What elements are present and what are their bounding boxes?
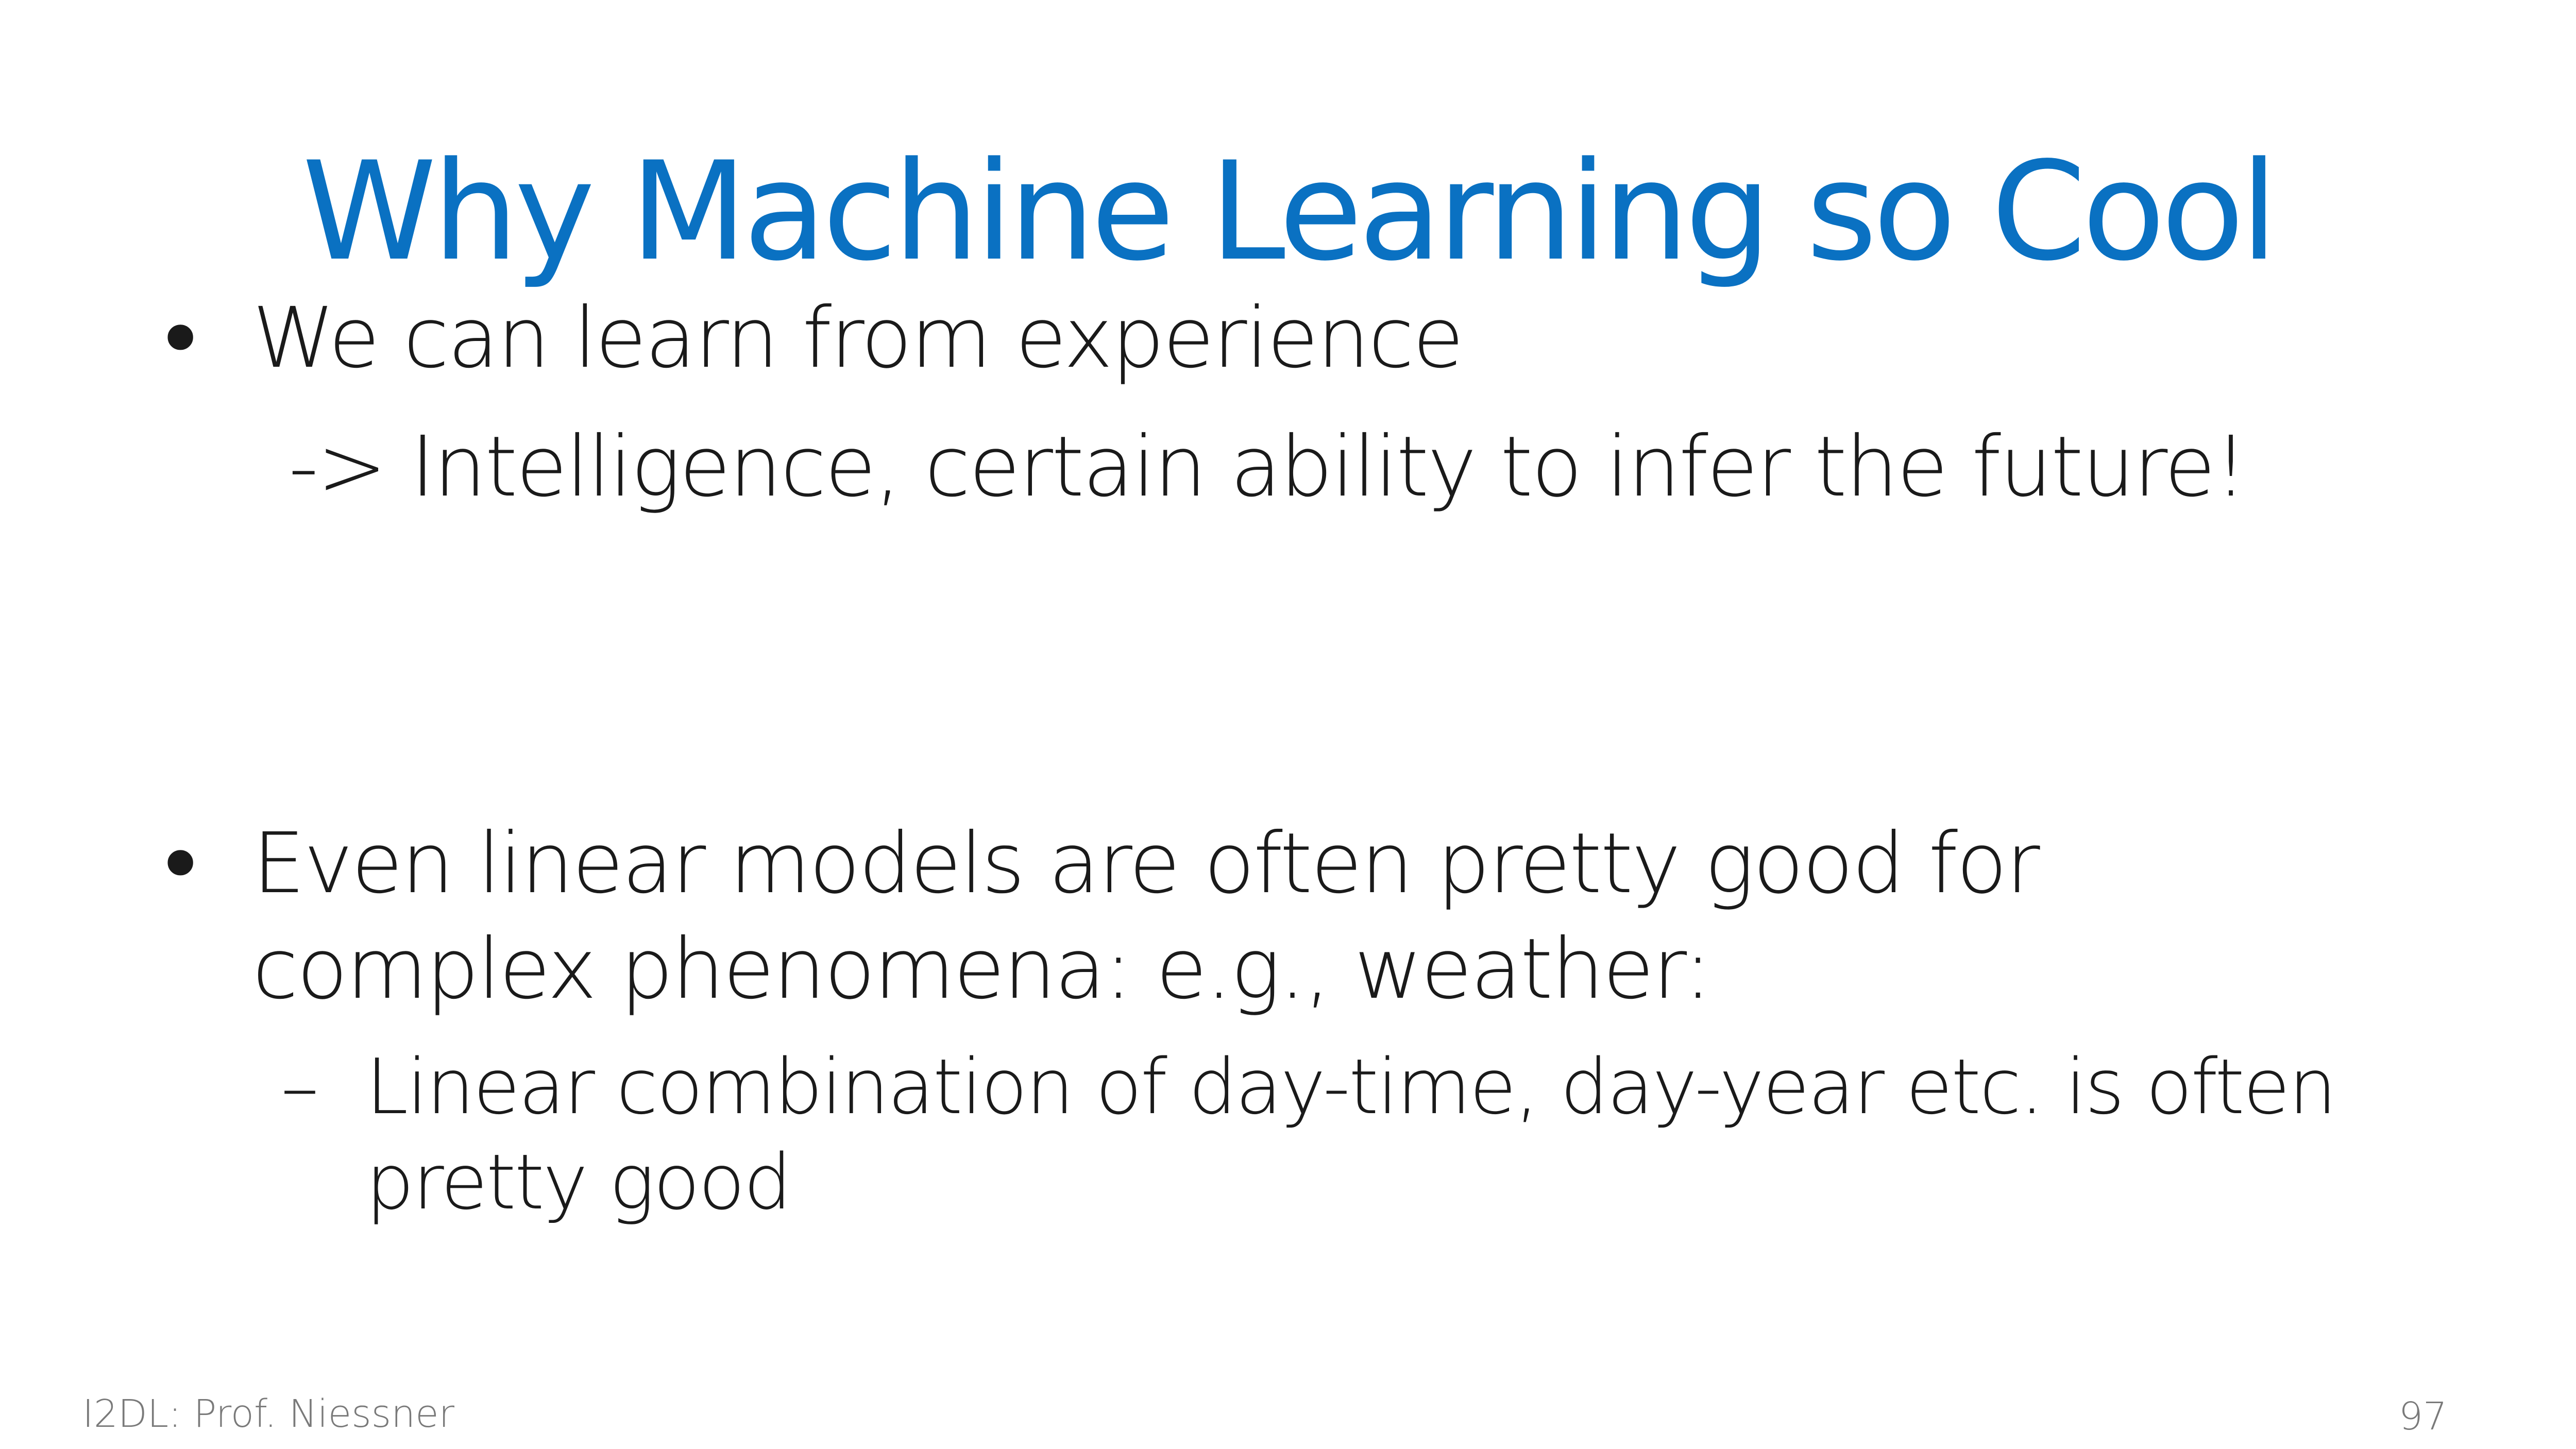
sub-bullet-marker: – <box>281 1043 319 1131</box>
sub-bullet-line-2: pretty good <box>366 1138 792 1226</box>
page-number: 97 <box>2398 1394 2447 1439</box>
footer-author: I2DL: Prof. Niessner <box>82 1392 455 1436</box>
bullet-1-continuation: -> Intelligence, certain ability to infe… <box>289 419 2247 516</box>
bullet-1-line-1: We can learn from experience <box>252 290 1464 387</box>
bullet-marker: • <box>155 289 207 391</box>
bullet-2-line-1: Even linear models are often pretty good… <box>252 815 2040 912</box>
sub-bullet-line-1: Linear combination of day-time, day-year… <box>366 1043 2337 1131</box>
slide-title: Why Machine Learning so Cool <box>302 132 2278 291</box>
bullet-2-line-2: complex phenomena: e.g., weather: <box>252 921 1712 1018</box>
bullet-marker: • <box>155 814 207 916</box>
